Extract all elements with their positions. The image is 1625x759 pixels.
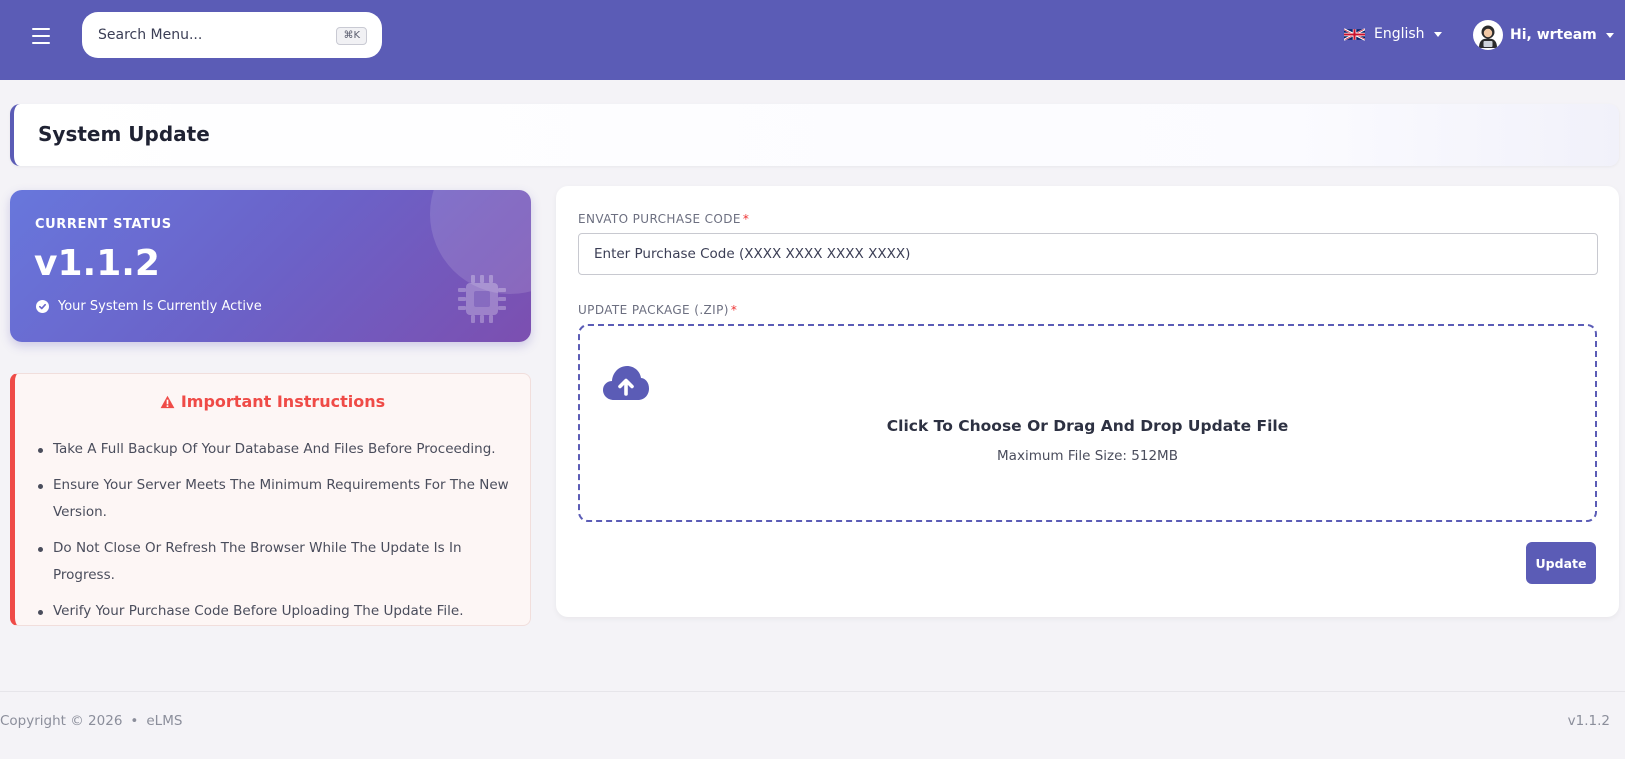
list-item: Do Not Close Or Refresh The Browser Whil…	[38, 535, 513, 589]
status-line: Your System Is Currently Active	[36, 299, 262, 314]
footer-brand: eLMS	[146, 713, 183, 729]
list-item: Verify Your Purchase Code Before Uploadi…	[38, 598, 513, 625]
check-circle-icon	[36, 300, 49, 313]
cloud-upload-icon	[603, 366, 649, 400]
status-label: CURRENT STATUS	[35, 217, 172, 232]
page-title: System Update	[38, 122, 210, 146]
instructions-title-text: Important Instructions	[180, 392, 386, 411]
user-menu[interactable]: Hi, wrteam	[1473, 19, 1614, 51]
user-avatar-icon	[1473, 20, 1503, 50]
instructions-card: Important Instructions Take A Full Backu…	[10, 373, 531, 626]
search-box: ⌘K	[82, 12, 382, 58]
top-navbar: ⌘K English Hi, wrteam	[0, 0, 1625, 80]
footer-version: v1.1.2	[1567, 713, 1610, 729]
footer-copyright: Copyright © 2026 • eLMS	[0, 713, 182, 729]
update-package-label: UPDATE PACKAGE (.ZIP) *	[578, 303, 738, 317]
cpu-chip-icon	[458, 275, 506, 323]
footer-divider	[0, 691, 1625, 692]
chevron-down-icon	[1433, 31, 1442, 37]
user-greeting: Hi, wrteam	[1510, 27, 1597, 43]
update-button[interactable]: Update	[1526, 542, 1596, 584]
list-item: Take A Full Backup Of Your Database And …	[38, 436, 513, 463]
current-version: v1.1.2	[34, 243, 160, 284]
purchase-code-input[interactable]	[578, 233, 1598, 275]
status-text: Your System Is Currently Active	[58, 299, 262, 314]
chevron-down-icon	[1605, 32, 1614, 38]
dropzone-subtitle: Maximum File Size: 512MB	[997, 448, 1178, 464]
current-status-card: CURRENT STATUS v1.1.2 Your System Is Cur…	[10, 190, 531, 342]
hamburger-icon[interactable]	[30, 26, 52, 46]
update-form-card: ENVATO PURCHASE CODE* UPDATE PACKAGE (.Z…	[556, 186, 1619, 617]
search-input[interactable]	[98, 12, 318, 58]
copyright-text: Copyright © 2026	[0, 713, 123, 729]
language-label: English	[1374, 26, 1425, 42]
uk-flag-icon	[1344, 27, 1365, 41]
instructions-title: Important Instructions	[15, 392, 530, 411]
file-dropzone[interactable]: Click To Choose Or Drag And Drop Update …	[578, 324, 1597, 522]
language-dropdown[interactable]: English	[1344, 22, 1442, 46]
footer-separator: •	[130, 713, 139, 729]
warning-icon	[160, 395, 175, 408]
dropzone-title: Click To Choose Or Drag And Drop Update …	[886, 417, 1289, 435]
page-title-card: System Update	[10, 104, 1619, 166]
instructions-list: Take A Full Backup Of Your Database And …	[38, 436, 513, 634]
keyboard-shortcut-badge: ⌘K	[336, 27, 367, 45]
purchase-code-label: ENVATO PURCHASE CODE *	[578, 212, 750, 226]
list-item: Ensure Your Server Meets The Minimum Req…	[38, 472, 513, 526]
